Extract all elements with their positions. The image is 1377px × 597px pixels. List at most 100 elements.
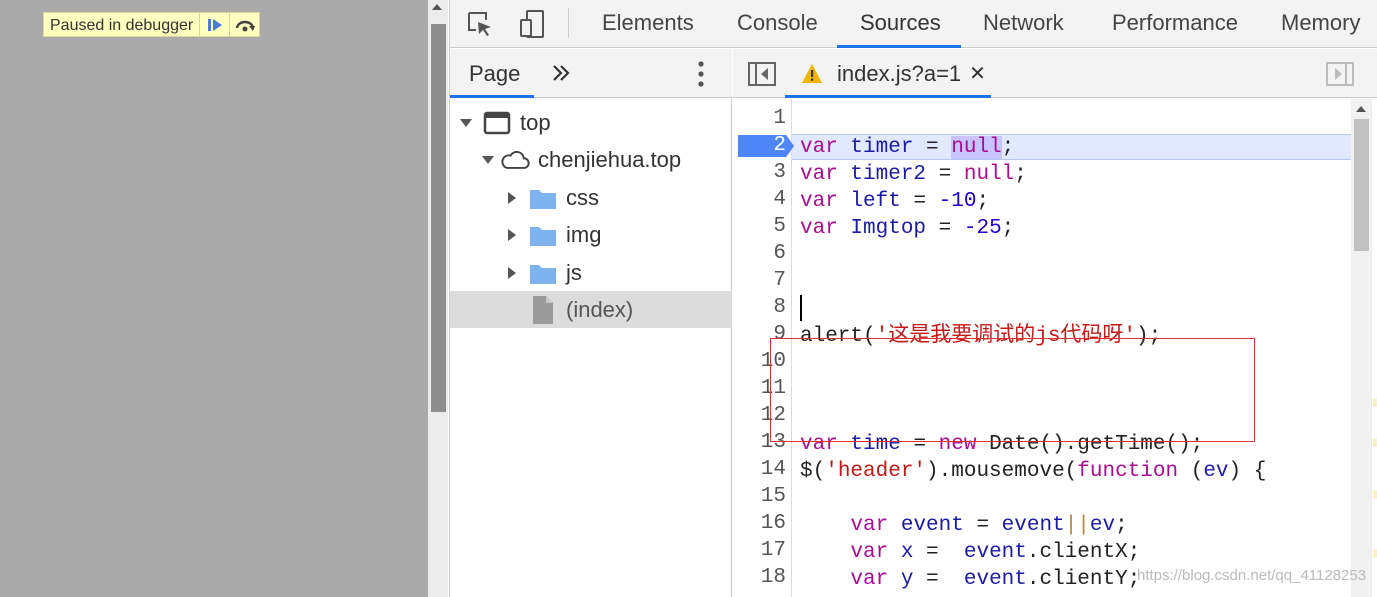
line-number[interactable]: 1 — [733, 107, 786, 130]
folder-icon — [528, 260, 558, 286]
code-line[interactable] — [800, 242, 1377, 269]
line-number[interactable]: 7 — [733, 269, 786, 292]
code-line[interactable]: var timer2 = null; — [800, 161, 1377, 188]
file-icon — [528, 295, 558, 324]
code-line[interactable] — [800, 485, 1377, 512]
source-editor: index.js?a=1 ✕ 1 2 3 4 5 6 7 8 9 10 11 1… — [733, 49, 1377, 597]
paused-label: Paused in debugger — [50, 17, 194, 34]
resume-button[interactable] — [199, 13, 229, 36]
collapsed-arrow-icon[interactable] — [506, 191, 518, 204]
tree-item-top[interactable]: top — [450, 104, 732, 141]
device-toolbar-button[interactable] — [516, 8, 548, 40]
code-line[interactable] — [800, 269, 1377, 296]
file-tab-index-js[interactable]: index.js?a=1 ✕ — [785, 49, 991, 98]
code-area[interactable]: 1 2 3 4 5 6 7 8 9 10 11 12 13 14 15 16 1… — [733, 99, 1377, 597]
warning-marker — [1373, 439, 1377, 447]
code-line[interactable]: $('header').mousemove(function (ev) { — [800, 458, 1377, 485]
tab-performance[interactable]: Performance — [1112, 0, 1238, 48]
resume-icon — [207, 18, 222, 31]
tree-item-label: top — [520, 109, 551, 135]
warning-marker — [1373, 549, 1377, 557]
inspect-element-icon — [468, 12, 491, 36]
line-number[interactable]: 8 — [733, 296, 786, 319]
expanded-arrow-icon[interactable] — [460, 117, 472, 129]
toolbar-separator — [568, 8, 569, 38]
editor-scrollbar[interactable] — [1351, 99, 1371, 597]
text-cursor — [800, 295, 802, 321]
annotation-highlight-box — [770, 338, 1255, 442]
line-number[interactable]: 6 — [733, 242, 786, 265]
editor-scrollbar-thumb[interactable] — [1354, 119, 1369, 251]
line-number[interactable]: 17 — [733, 539, 786, 562]
line-number[interactable]: 15 — [733, 485, 786, 508]
tree-item-domain[interactable]: chenjiehua.top — [450, 141, 732, 178]
code-line[interactable]: var x = event.clientX; — [800, 539, 1377, 566]
tab-console[interactable]: Console — [737, 0, 818, 48]
page-scrollbar-thumb[interactable] — [431, 24, 446, 412]
device-toggle-icon — [520, 10, 544, 38]
line-number[interactable]: 3 — [733, 161, 786, 184]
tree-item-label: css — [566, 184, 599, 210]
toggle-debugger-button[interactable] — [1325, 61, 1355, 87]
navigator-tab-indicator — [450, 95, 534, 98]
show-debugger-icon — [1326, 62, 1354, 86]
warning-marker — [1373, 399, 1377, 407]
folder-icon — [528, 222, 558, 248]
warning-marker — [1373, 491, 1377, 499]
tree-item-label: (index) — [566, 296, 634, 322]
toggle-navigator-button[interactable] — [747, 61, 777, 87]
code-line[interactable] — [800, 296, 1377, 323]
tree-item-index[interactable]: (index) — [450, 291, 732, 328]
editor-tab-strip: index.js?a=1 ✕ — [733, 49, 1377, 98]
tree-item-label: img — [566, 221, 602, 247]
line-number[interactable]: 16 — [733, 512, 786, 535]
scroll-up-arrow-icon[interactable] — [432, 4, 442, 10]
frame-icon — [482, 110, 512, 136]
line-number-paused[interactable]: 2 — [733, 134, 786, 157]
file-tab-name: index.js?a=1 — [837, 60, 962, 86]
sources-navigator: Page top chenjiehua.top css img js (inde… — [450, 49, 732, 597]
warning-icon — [802, 63, 822, 83]
watermark: https://blog.csdn.net/qq_41128253 — [1137, 567, 1367, 584]
close-tab-icon[interactable]: ✕ — [969, 61, 986, 86]
tree-item-label: js — [566, 259, 582, 285]
page-scrollbar[interactable] — [428, 0, 448, 597]
code-line[interactable] — [800, 107, 1377, 134]
code-line[interactable]: var event = event||ev; — [800, 512, 1377, 539]
tab-network[interactable]: Network — [983, 0, 1064, 48]
navigator-tab-page[interactable]: Page — [469, 49, 520, 99]
step-over-icon — [235, 20, 255, 31]
line-number[interactable]: 4 — [733, 188, 786, 211]
active-tab-indicator — [837, 45, 961, 48]
inspected-page: Paused in debugger — [0, 0, 428, 597]
navigator-menu-button[interactable] — [696, 60, 706, 88]
cloud-icon — [500, 147, 530, 173]
tab-memory[interactable]: Memory — [1281, 0, 1360, 48]
devtools-toolbar: Elements Console Sources Network Perform… — [450, 0, 1377, 48]
navigator-header: Page — [450, 49, 732, 98]
tree-item-css[interactable]: css — [450, 179, 732, 216]
tab-elements[interactable]: Elements — [602, 0, 694, 48]
scroll-up-arrow-icon[interactable] — [1356, 106, 1366, 112]
expanded-arrow-icon[interactable] — [482, 154, 494, 166]
overview-ruler — [1371, 99, 1377, 597]
show-navigator-icon — [748, 62, 776, 86]
vertical-dots-icon — [698, 61, 704, 87]
paused-in-debugger-bar: Paused in debugger — [43, 12, 261, 37]
tree-item-img[interactable]: img — [450, 216, 732, 253]
inspect-element-button[interactable] — [464, 8, 496, 40]
more-tabs-button[interactable] — [550, 60, 572, 86]
collapsed-arrow-icon[interactable] — [506, 228, 518, 241]
file-tab-indicator — [785, 95, 991, 98]
step-over-button[interactable] — [229, 13, 259, 36]
code-line[interactable]: var Imgtop = -25; — [800, 215, 1377, 242]
line-number[interactable]: 5 — [733, 215, 786, 238]
collapsed-arrow-icon[interactable] — [506, 266, 518, 279]
tab-sources[interactable]: Sources — [860, 0, 941, 48]
folder-icon — [528, 185, 558, 211]
code-line[interactable]: var timer = null; — [800, 134, 1377, 161]
line-number[interactable]: 14 — [733, 458, 786, 481]
code-line[interactable]: var left = -10; — [800, 188, 1377, 215]
tree-item-js[interactable]: js — [450, 254, 732, 291]
line-number[interactable]: 18 — [733, 566, 786, 589]
